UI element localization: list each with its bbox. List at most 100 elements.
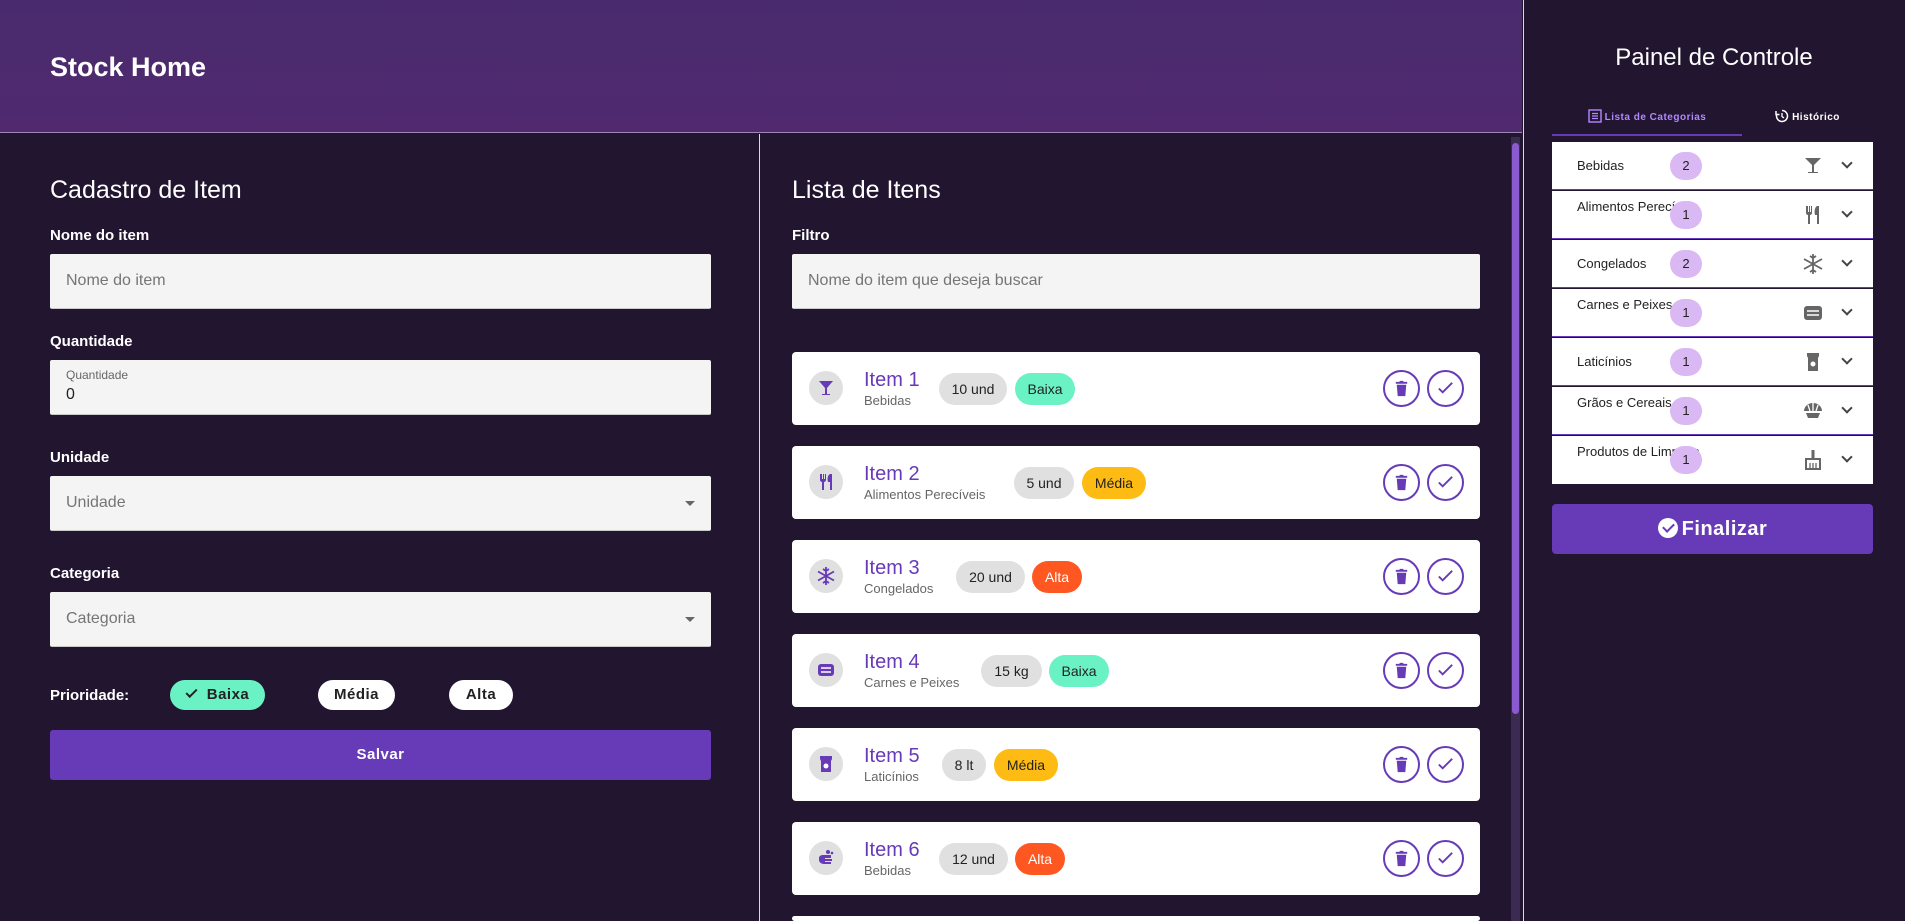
item-category: Laticínios (864, 769, 919, 784)
priority-badge: Alta (1032, 561, 1082, 593)
quantity-label: Quantidade (50, 333, 133, 350)
category-count-badge: 2 (1670, 250, 1702, 278)
item-card: Item 1 Bebidas 10 und Baixa (792, 352, 1480, 425)
category-row-limpeza[interactable]: Produtos de Limpeza 1 (1552, 436, 1873, 484)
check-icon (185, 685, 198, 699)
trash-icon (1395, 474, 1408, 491)
unit-select[interactable]: Unidade (50, 476, 711, 531)
category-name: Laticínios (1577, 354, 1632, 369)
priority-badge: Alta (1015, 843, 1065, 875)
complete-button[interactable] (1427, 370, 1464, 407)
chevron-down-icon[interactable] (1841, 255, 1853, 267)
priority-chip-media[interactable]: Média (318, 680, 395, 710)
priority-chip-label: Baixa (206, 686, 250, 703)
item-category: Bebidas (864, 393, 911, 408)
item-name: Item 6 (864, 839, 920, 861)
quantity-input[interactable]: Quantidade 0 (50, 360, 711, 415)
trash-icon (1395, 756, 1408, 773)
dropdown-caret-icon (685, 617, 695, 622)
category-placeholder: Categoria (66, 610, 136, 627)
tab-categories[interactable]: Lista de Categorias (1552, 108, 1742, 136)
meat-icon (809, 653, 843, 687)
meat-icon (1804, 306, 1822, 320)
tab-label: Histórico (1792, 112, 1840, 123)
tab-label: Lista de Categorias (1604, 112, 1707, 123)
category-row-alimentos[interactable]: Alimentos Perecíveis 1 (1552, 191, 1873, 239)
priority-chip-baixa[interactable]: Baixa (170, 680, 265, 710)
chevron-down-icon[interactable] (1841, 304, 1853, 316)
quantity-badge: 8 lt (942, 749, 986, 781)
item-card: Item 3 Congelados 20 und Alta (792, 540, 1480, 613)
tab-history[interactable]: Histórico (1742, 108, 1873, 136)
delete-button[interactable] (1383, 746, 1420, 783)
finalize-button[interactable]: Finalizar (1552, 504, 1873, 554)
utensils-icon (809, 465, 843, 499)
history-icon (1775, 110, 1789, 123)
app-root: Stock Home Cadastro de Item Nome do item… (0, 0, 1905, 921)
quantity-value: 0 (66, 386, 75, 403)
delete-button[interactable] (1383, 652, 1420, 689)
delete-button[interactable] (1383, 840, 1420, 877)
priority-chip-label: Média (333, 686, 379, 703)
control-panel-title: Painel de Controle (1615, 44, 1813, 71)
trash-icon (1395, 850, 1408, 867)
chevron-down-icon[interactable] (1841, 353, 1853, 365)
item-name-input[interactable]: Nome do item (50, 254, 711, 309)
scrollbar-thumb[interactable] (1512, 143, 1519, 714)
complete-button[interactable] (1427, 652, 1464, 689)
chevron-down-icon[interactable] (1841, 206, 1853, 218)
category-count-badge: 1 (1670, 299, 1702, 327)
priority-badge: Baixa (1049, 655, 1109, 687)
item-name: Item 1 (864, 369, 920, 391)
delete-button[interactable] (1383, 558, 1420, 595)
name-label: Nome do item (50, 227, 150, 244)
category-label: Categoria (50, 565, 120, 582)
priority-chip-label: Alta (465, 686, 497, 703)
item-category: Congelados (864, 581, 934, 596)
app-header: Stock Home (0, 0, 1522, 133)
chevron-down-icon[interactable] (1841, 451, 1853, 463)
grain-icon (1804, 403, 1822, 418)
category-name: Congelados (1577, 256, 1647, 271)
save-button[interactable]: Salvar (50, 730, 711, 780)
category-row-carnes[interactable]: Carnes e Peixes 1 (1552, 289, 1873, 337)
delete-button[interactable] (1383, 464, 1420, 501)
check-icon (1438, 382, 1453, 394)
category-row-bebidas[interactable]: Bebidas 2 (1552, 142, 1873, 190)
complete-button[interactable] (1427, 746, 1464, 783)
category-select[interactable]: Categoria (50, 592, 711, 647)
list-icon (1587, 109, 1602, 124)
complete-button[interactable] (1427, 840, 1464, 877)
chevron-down-icon[interactable] (1841, 157, 1853, 169)
category-count-badge: 1 (1670, 397, 1702, 425)
snowflake-icon (809, 559, 843, 593)
quantity-badge: 12 und (939, 843, 1008, 875)
item-name: Item 2 (864, 463, 920, 485)
complete-button[interactable] (1427, 464, 1464, 501)
complete-button[interactable] (1427, 558, 1464, 595)
list-scrollbar[interactable] (1511, 137, 1520, 921)
filter-placeholder: Nome do item que deseja buscar (808, 272, 1043, 289)
check-icon (1438, 758, 1453, 770)
category-row-congelados[interactable]: Congelados 2 (1552, 240, 1873, 288)
item-name: Item 4 (864, 651, 920, 673)
category-name: Bebidas (1577, 158, 1624, 173)
category-count-badge: 2 (1670, 152, 1702, 180)
item-name: Item 3 (864, 557, 920, 579)
delete-button[interactable] (1383, 370, 1420, 407)
priority-chip-alta[interactable]: Alta (449, 680, 513, 710)
item-list-panel (762, 134, 1522, 921)
category-row-laticinios[interactable]: Laticínios 1 (1552, 338, 1873, 386)
unit-label: Unidade (50, 449, 110, 466)
chevron-down-icon[interactable] (1841, 402, 1853, 414)
check-icon (1438, 664, 1453, 676)
item-category: Carnes e Peixes (864, 675, 960, 690)
trash-icon (1395, 380, 1408, 397)
priority-badge: Média (1082, 467, 1146, 499)
category-count-badge: 1 (1670, 201, 1702, 229)
check-icon (1438, 852, 1453, 864)
filter-input[interactable]: Nome do item que deseja buscar (792, 254, 1480, 309)
quantity-badge: 5 und (1014, 467, 1074, 499)
quantity-float-label: Quantidade (66, 368, 129, 382)
category-row-graos[interactable]: Grãos e Cereais 1 (1552, 387, 1873, 435)
